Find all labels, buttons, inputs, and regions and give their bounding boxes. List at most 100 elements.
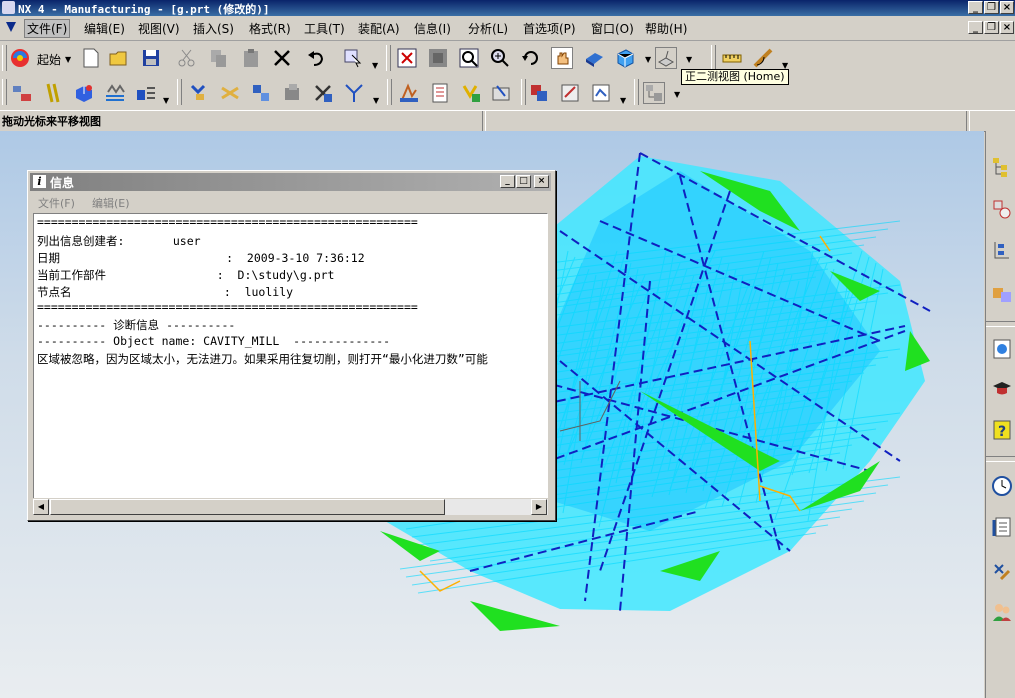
system-materials-icon[interactable] (991, 516, 1013, 538)
menu-insert[interactable]: 插入(S) (193, 20, 234, 37)
menu-view[interactable]: 视图(V) (138, 20, 180, 37)
menu-information[interactable]: 信息(I) (414, 20, 451, 37)
scroll-thumb[interactable] (50, 499, 445, 515)
help-icon[interactable]: ? (991, 419, 1013, 441)
part-navigator-icon[interactable] (991, 239, 1013, 261)
scroll-left-button[interactable]: ◀ (33, 499, 49, 515)
web-browser-icon[interactable] (991, 338, 1013, 360)
fit-view-icon[interactable] (396, 47, 418, 69)
shaded-icon[interactable] (583, 47, 605, 69)
scroll-right-button[interactable]: ▶ (531, 499, 547, 515)
toolbar-grip[interactable] (634, 79, 639, 105)
transform-icon[interactable] (590, 82, 612, 104)
machine-navigator-icon[interactable] (991, 198, 1013, 220)
list-toolpath-icon[interactable] (429, 82, 451, 104)
cut-icon[interactable] (176, 47, 198, 69)
menu-tools[interactable]: 工具(T) (304, 20, 345, 37)
restore-button[interactable]: ❐ (984, 1, 999, 14)
view-dropdown[interactable]: ▼ (163, 96, 169, 105)
shop-doc-icon[interactable] (491, 82, 513, 104)
feeds-speeds-icon[interactable] (559, 82, 581, 104)
zoom-inout-icon[interactable] (489, 47, 511, 69)
zoom-icon[interactable] (458, 47, 480, 69)
view-triad-icon[interactable] (655, 47, 677, 69)
operation-navigator-icon[interactable] (991, 156, 1013, 178)
create-method-icon[interactable] (250, 82, 272, 104)
minimize-button[interactable]: _ (968, 1, 983, 14)
doc-restore-button[interactable]: ❐ (984, 21, 999, 34)
postprocess-dropdown[interactable]: ▼ (620, 96, 626, 105)
menu-assemblies[interactable]: 装配(A) (358, 20, 400, 37)
menu-window[interactable]: 窗口(O) (591, 20, 634, 37)
new-file-icon[interactable] (80, 47, 102, 69)
status-line: 拖动光标来平移视图 (0, 110, 1015, 132)
doc-minimize-button[interactable]: _ (968, 21, 983, 34)
output-cls-icon[interactable] (528, 82, 550, 104)
create-tool-icon[interactable] (188, 82, 210, 104)
replay-toolpath-icon[interactable] (343, 82, 365, 104)
info-close-button[interactable]: × (534, 175, 549, 188)
verify-toolpath-icon[interactable] (398, 82, 420, 104)
rotate-icon[interactable] (520, 47, 542, 69)
select-filter-icon[interactable] (342, 47, 364, 69)
open-folder-icon[interactable] (108, 47, 130, 69)
menu-format[interactable]: 格式(R) (249, 20, 291, 37)
toolbar-grip[interactable] (711, 45, 716, 71)
assembly-navigator-icon[interactable] (991, 282, 1013, 304)
process-studio-icon[interactable] (991, 561, 1013, 583)
display-object-icon[interactable] (643, 82, 665, 104)
undo-icon[interactable] (305, 47, 327, 69)
menu-preferences[interactable]: 首选项(P) (523, 20, 576, 37)
postprocess-icon[interactable] (460, 82, 482, 104)
orient-view-icon[interactable] (614, 47, 636, 69)
info-menu-file[interactable]: 文件(F) (38, 195, 75, 211)
information-window-title-bar[interactable]: i 信息 _ □ × (30, 173, 551, 191)
information-text-area[interactable]: ========================================… (33, 213, 548, 500)
generate-toolpath-icon[interactable] (312, 82, 334, 104)
zoom-window-icon[interactable] (427, 47, 449, 69)
toolbar-grip[interactable] (177, 79, 182, 105)
training-icon[interactable] (991, 378, 1013, 400)
doc-close-button[interactable]: × (1000, 21, 1014, 34)
select-filter-dropdown[interactable]: ▼ (372, 61, 378, 70)
geometry-view-icon[interactable] (73, 82, 95, 104)
copy-icon[interactable] (208, 47, 230, 69)
menu-analysis[interactable]: 分析(L) (468, 20, 508, 37)
horizontal-scrollbar[interactable]: ◀ ▶ (33, 498, 548, 515)
info-icon: i (33, 175, 46, 188)
info-minimize-button[interactable]: _ (500, 175, 515, 188)
save-icon[interactable] (140, 47, 162, 69)
menu-file[interactable]: 文件(F) (24, 19, 71, 38)
ruler-icon[interactable] (752, 47, 774, 69)
machine-tool-icon[interactable] (42, 82, 64, 104)
menu-edit[interactable]: 编辑(E) (84, 20, 125, 37)
operation-dropdown[interactable]: ▼ (373, 96, 379, 105)
menu-bar: 文件(F) 编辑(E) 视图(V) 插入(S) 格式(R) 工具(T) 装配(A… (0, 16, 1015, 41)
toolbar-grip[interactable] (386, 45, 391, 71)
create-operation-icon[interactable] (281, 82, 303, 104)
measure-icon[interactable] (721, 47, 743, 69)
info-maximize-button[interactable]: □ (516, 175, 531, 188)
delete-icon[interactable] (271, 47, 293, 69)
menu-help[interactable]: 帮助(H) (645, 20, 687, 37)
pan-icon[interactable] (551, 47, 573, 69)
start-dropdown-arrow[interactable]: ▼ (65, 55, 71, 64)
method-view-icon[interactable] (104, 82, 126, 104)
start-button-label[interactable]: 起始 (37, 51, 61, 68)
nx-menu-icon[interactable] (4, 20, 18, 34)
toolbar-grip[interactable] (2, 79, 7, 105)
create-program-icon[interactable] (135, 82, 157, 104)
close-button[interactable]: × (1000, 1, 1014, 14)
display-dropdown[interactable]: ▼ (674, 90, 680, 99)
roles-icon[interactable] (991, 601, 1013, 623)
toolbar-grip[interactable] (2, 45, 7, 71)
orient-view-dropdown[interactable]: ▼ (645, 55, 651, 64)
paste-icon[interactable] (240, 47, 262, 69)
info-menu-edit[interactable]: 编辑(E) (92, 195, 130, 211)
toolbar-grip[interactable] (387, 79, 392, 105)
view-triad-dropdown[interactable]: ▼ (686, 55, 692, 64)
program-order-icon[interactable] (11, 82, 33, 104)
create-geometry-icon[interactable] (219, 82, 241, 104)
history-icon[interactable] (991, 475, 1013, 497)
toolbar-grip[interactable] (521, 79, 526, 105)
